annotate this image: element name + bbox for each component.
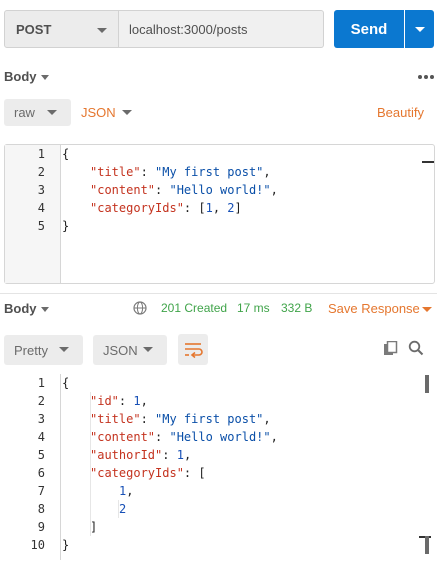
line-number: 4 [37, 201, 45, 215]
code-line: "content": "Hello world!", [90, 430, 278, 444]
scrollbar[interactable] [425, 375, 429, 393]
code-line: { [62, 147, 70, 161]
response-code[interactable]: { "id": 1, "title": "My first post", "co… [60, 374, 435, 560]
line-number: 1 [37, 147, 45, 161]
chevron-down-icon [59, 347, 69, 352]
wrap-lines-icon [185, 343, 203, 359]
response-time: 17 ms [237, 301, 270, 315]
line-number: 2 [37, 165, 45, 179]
chevron-down-icon[interactable] [41, 75, 49, 80]
code-line: "categoryIds": [1, 2] [90, 201, 242, 215]
send-button[interactable]: Send [334, 10, 404, 48]
wrap-lines-button[interactable] [178, 334, 208, 365]
line-number: 9 [37, 520, 45, 534]
line-number: 5 [37, 448, 45, 462]
chevron-down-icon [143, 347, 153, 352]
save-response-button[interactable]: Save Response [328, 301, 420, 316]
code-line: } [62, 538, 70, 552]
copy-icon[interactable] [383, 341, 398, 356]
method-select[interactable]: POST [4, 10, 119, 48]
request-gutter: 1 2 3 4 5 [5, 145, 60, 283]
line-number: 1 [37, 376, 45, 390]
send-options-button[interactable] [405, 10, 434, 48]
beautify-button[interactable]: Beautify [377, 105, 424, 120]
request-code[interactable]: { "title": "My first post", "content": "… [60, 145, 435, 283]
code-line: "id": 1, [90, 394, 148, 408]
chevron-down-icon [415, 27, 425, 32]
status-badge: 201 Created [161, 301, 228, 315]
code-line: "categoryIds": [ [90, 466, 206, 480]
line-number: 4 [37, 430, 45, 444]
chevron-down-icon [97, 28, 107, 33]
code-line: "title": "My first post", [90, 165, 271, 179]
line-number: 2 [37, 394, 45, 408]
url-input[interactable]: localhost:3000/posts [119, 10, 324, 48]
response-format-select[interactable]: JSON [93, 335, 167, 365]
chevron-down-icon[interactable] [122, 110, 132, 115]
line-number: 6 [37, 466, 45, 480]
response-size: 332 B [281, 301, 313, 315]
line-number: 5 [37, 219, 45, 233]
view-mode-select[interactable]: Pretty [4, 335, 83, 365]
chevron-down-icon [47, 110, 57, 115]
code-line: "content": "Hello world!", [90, 183, 278, 197]
line-number: 3 [37, 183, 45, 197]
globe-icon[interactable] [133, 301, 147, 315]
chevron-down-icon[interactable] [41, 307, 49, 312]
response-body-label[interactable]: Body [4, 301, 37, 316]
method-label: POST [16, 21, 52, 37]
line-number: 8 [37, 502, 45, 516]
more-dots-icon[interactable] [418, 75, 434, 79]
view-mode-label: Pretty [14, 342, 48, 358]
search-icon[interactable] [408, 340, 424, 356]
code-line: "title": "My first post", [90, 412, 271, 426]
chevron-down-icon[interactable] [422, 307, 432, 312]
line-number: 3 [37, 412, 45, 426]
body-tab-label[interactable]: Body [4, 69, 37, 84]
code-line: } [62, 219, 70, 233]
divider [0, 293, 437, 294]
line-number: 7 [37, 484, 45, 498]
code-line: ] [90, 520, 98, 534]
scroll-marker [422, 161, 434, 163]
code-line: 1, [119, 484, 134, 498]
code-line: 2 [119, 502, 127, 516]
line-number: 10 [30, 538, 45, 552]
code-line: "authorId": 1, [90, 448, 192, 462]
code-line: { [62, 376, 70, 390]
scrollbar[interactable] [425, 536, 429, 554]
body-mode-select[interactable]: raw [4, 99, 71, 126]
response-format-label: JSON [103, 342, 138, 358]
body-format-select[interactable]: JSON [81, 105, 116, 120]
body-mode-label: raw [14, 105, 35, 120]
response-gutter: 1 2 3 4 5 6 7 8 9 10 [5, 374, 60, 560]
